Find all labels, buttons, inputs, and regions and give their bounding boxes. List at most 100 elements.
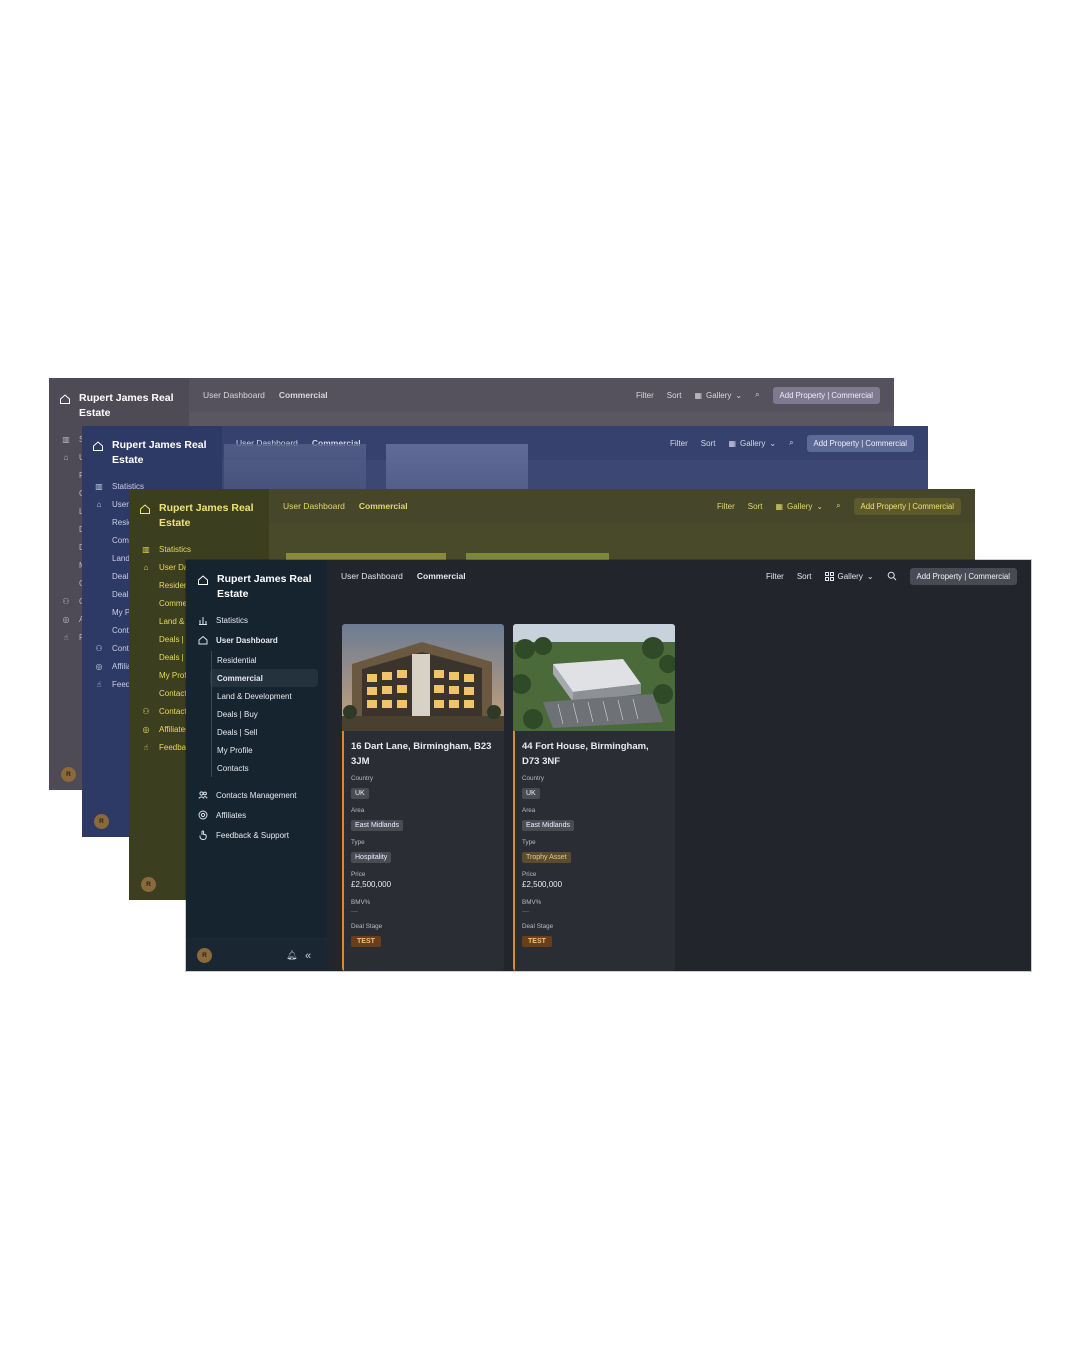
gallery-dropdown[interactable]: ▦ Gallery ⌄ bbox=[728, 439, 776, 448]
nav-label: Commercial bbox=[217, 673, 263, 683]
sort-button[interactable]: Sort bbox=[667, 391, 682, 400]
area-chip: East Midlands bbox=[351, 820, 403, 831]
nav-commercial[interactable]: Commercial bbox=[210, 669, 318, 687]
nav-contacts-management[interactable]: Contacts Management bbox=[198, 786, 318, 804]
filter-button[interactable]: Filter bbox=[766, 572, 784, 581]
grid-icon: ▦ bbox=[728, 438, 737, 448]
grid-icon bbox=[824, 571, 834, 581]
search-icon[interactable]: ⌕ bbox=[836, 501, 840, 511]
users-icon: ⚇ bbox=[95, 643, 103, 653]
breadcrumb-current: Commercial bbox=[416, 571, 466, 581]
hand-icon: ☝ bbox=[63, 632, 69, 642]
brand[interactable]: Rupert James Real Estate bbox=[139, 501, 254, 531]
bmv-label: BMV% bbox=[522, 899, 542, 906]
sort-button[interactable]: Sort bbox=[797, 572, 812, 581]
chevron-down-icon: ⌄ bbox=[769, 438, 777, 448]
add-property-button[interactable]: Add Property | Commercial bbox=[909, 567, 1017, 585]
brand[interactable]: Rupert James Real Estate bbox=[197, 572, 312, 602]
avatar[interactable]: R bbox=[197, 948, 212, 963]
topbar: User Dashboard Commercial Filter Sort ▦ G… bbox=[269, 489, 975, 523]
search-icon[interactable] bbox=[887, 571, 897, 581]
sort-button[interactable]: Sort bbox=[748, 502, 763, 511]
breadcrumb-root[interactable]: User Dashboard bbox=[283, 501, 345, 511]
nav-submenu: Residential Commercial Land & Developmen… bbox=[198, 651, 318, 777]
gallery-dropdown[interactable]: ▦ Gallery ⌄ bbox=[775, 502, 823, 511]
submenu-line bbox=[211, 651, 212, 777]
filter-button[interactable]: Filter bbox=[636, 391, 654, 400]
nav-deals-sell[interactable]: Deals | Sell bbox=[198, 723, 318, 741]
add-property-button[interactable]: Add Property | Commercial bbox=[772, 386, 880, 404]
nav-statistics[interactable]: ▥ Statistics bbox=[141, 540, 240, 558]
nav-statistics[interactable]: Statistics bbox=[198, 611, 318, 629]
nav-label: Land & Development bbox=[217, 691, 292, 701]
chevron-down-icon: ⌄ bbox=[816, 501, 824, 511]
breadcrumb-root[interactable]: User Dashboard bbox=[203, 390, 265, 400]
area-label: Area bbox=[522, 807, 536, 814]
brand-line-2: Estate bbox=[159, 517, 191, 529]
home-icon bbox=[198, 575, 208, 585]
filter-button[interactable]: Filter bbox=[670, 439, 688, 448]
bmv-value: — bbox=[351, 908, 358, 915]
avatar[interactable]: R bbox=[141, 877, 156, 892]
hotel-building-image bbox=[342, 624, 504, 731]
nav-label: Statistics bbox=[159, 544, 192, 554]
bell-icon[interactable]: 🔔︎ bbox=[286, 950, 297, 961]
nav-label: Affiliates bbox=[159, 724, 190, 734]
topbar: User Dashboard Commercial Filter Sort ▦ G… bbox=[189, 378, 894, 412]
avatar[interactable]: R bbox=[94, 814, 109, 829]
nav-deals-buy[interactable]: Deals | Buy bbox=[198, 705, 318, 723]
brand[interactable]: Rupert James Real Estate bbox=[59, 391, 174, 421]
gallery-dropdown[interactable]: ▦ Gallery ⌄ bbox=[694, 391, 742, 400]
gallery-label: Gallery bbox=[837, 571, 863, 581]
nav-land-development[interactable]: Land & Development bbox=[198, 687, 318, 705]
chart-icon bbox=[198, 615, 208, 625]
nav-residential[interactable]: Residential bbox=[198, 651, 318, 669]
search-icon[interactable]: ⌕ bbox=[789, 438, 793, 448]
property-card[interactable]: 16 Dart Lane, Birmingham, B23 3JM Countr… bbox=[342, 624, 504, 971]
gallery-label: Gallery bbox=[787, 501, 813, 511]
type-label: Type bbox=[351, 839, 365, 846]
property-card[interactable]: 44 Fort House, Birmingham, D73 3NF Count… bbox=[513, 624, 675, 971]
brand[interactable]: Rupert James Real Estate bbox=[92, 438, 207, 468]
nav-label: User Dashboard bbox=[216, 635, 278, 645]
home-icon: ⌂ bbox=[96, 499, 102, 509]
nav-affiliates[interactable]: Affiliates bbox=[198, 806, 318, 824]
hand-icon bbox=[198, 830, 208, 840]
area-chip: East Midlands bbox=[522, 820, 574, 831]
affiliates-icon bbox=[198, 810, 208, 820]
collapse-icon[interactable]: « bbox=[305, 950, 311, 962]
property-photo bbox=[342, 624, 504, 731]
brand-line-2: Estate bbox=[112, 454, 144, 466]
nav-user-dashboard[interactable]: User Dashboard bbox=[198, 631, 318, 649]
nav-label: Deals | Buy bbox=[217, 709, 258, 719]
sort-button[interactable]: Sort bbox=[701, 439, 716, 448]
add-property-button[interactable]: Add Property | Commercial bbox=[853, 497, 961, 515]
brand-line-1: Rupert James Real bbox=[112, 439, 207, 451]
filter-button[interactable]: Filter bbox=[717, 502, 735, 511]
property-address[interactable]: 44 Fort House, Birmingham, D73 3NF bbox=[522, 739, 666, 769]
search-icon[interactable]: ⌕ bbox=[755, 390, 759, 400]
property-photo bbox=[513, 624, 675, 731]
brand-line-1: Rupert James Real bbox=[79, 392, 174, 404]
property-address[interactable]: 16 Dart Lane, Birmingham, B23 3JM bbox=[351, 739, 495, 769]
gallery-dropdown[interactable]: Gallery ⌄ bbox=[824, 571, 874, 581]
breadcrumb-root[interactable]: User Dashboard bbox=[341, 571, 403, 581]
deal-stage-badge: TEST bbox=[522, 936, 552, 947]
home-icon bbox=[93, 441, 103, 451]
window-main: Rupert James Real Estate Statistics User … bbox=[186, 560, 1031, 971]
chart-icon: ▥ bbox=[62, 434, 70, 444]
nav-my-profile[interactable]: My Profile bbox=[198, 741, 318, 759]
avatar[interactable]: R bbox=[61, 767, 76, 782]
nav-contacts[interactable]: Contacts bbox=[198, 759, 318, 777]
nav-feedback[interactable]: Feedback & Support bbox=[198, 826, 318, 844]
add-property-button[interactable]: Add Property | Commercial bbox=[806, 434, 914, 452]
users-icon: ⚇ bbox=[62, 596, 70, 606]
